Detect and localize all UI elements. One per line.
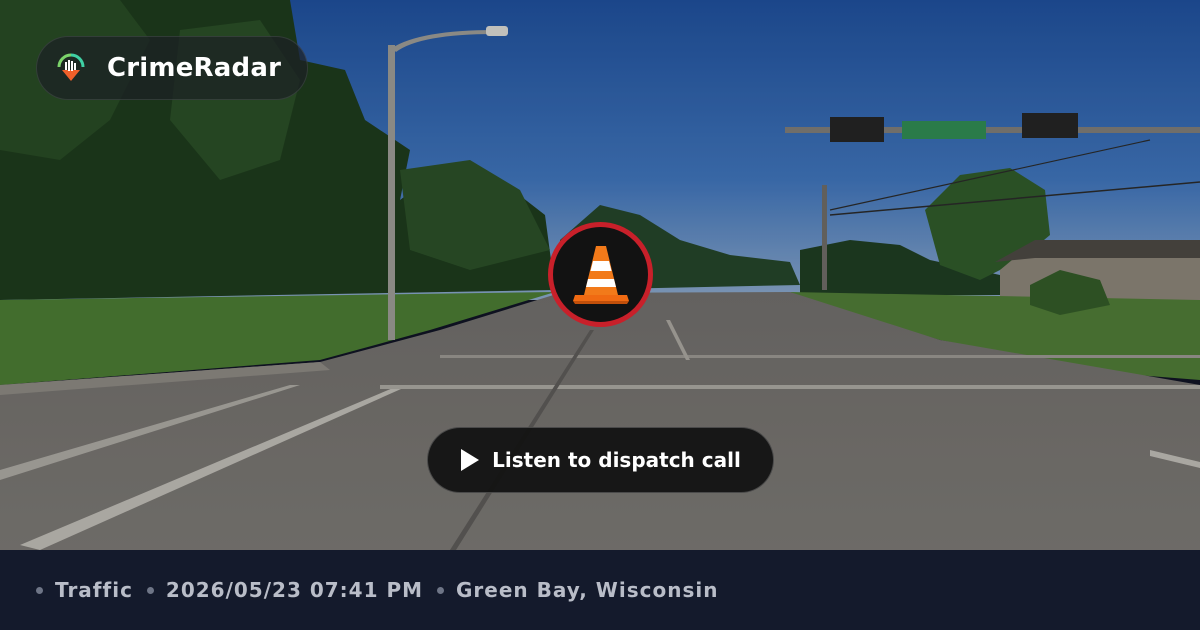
incident-category-badge [548, 222, 653, 327]
brand-name: CrimeRadar [107, 53, 282, 83]
meta-location-text: Green Bay, Wisconsin [456, 578, 719, 602]
incident-meta-bar: Traffic 2026/05/23 07:41 PM Green Bay, W… [0, 550, 1200, 630]
play-icon [461, 449, 480, 471]
meta-datetime-text: 2026/05/23 07:41 PM [165, 578, 424, 602]
meta-category-text: Traffic [55, 578, 133, 602]
bullet-dot [146, 586, 154, 594]
meta-datetime: 2026/05/23 07:41 PM [146, 578, 424, 602]
listen-dispatch-button[interactable]: Listen to dispatch call [427, 427, 774, 493]
radar-pin-icon [57, 53, 85, 81]
brand-pill[interactable]: CrimeRadar [36, 36, 308, 100]
bullet-dot [437, 586, 445, 594]
traffic-cone-icon [572, 245, 629, 304]
meta-location: Green Bay, Wisconsin [437, 578, 718, 602]
bullet-dot [36, 586, 43, 594]
listen-dispatch-label: Listen to dispatch call [492, 448, 741, 472]
meta-category: Traffic [36, 578, 133, 602]
